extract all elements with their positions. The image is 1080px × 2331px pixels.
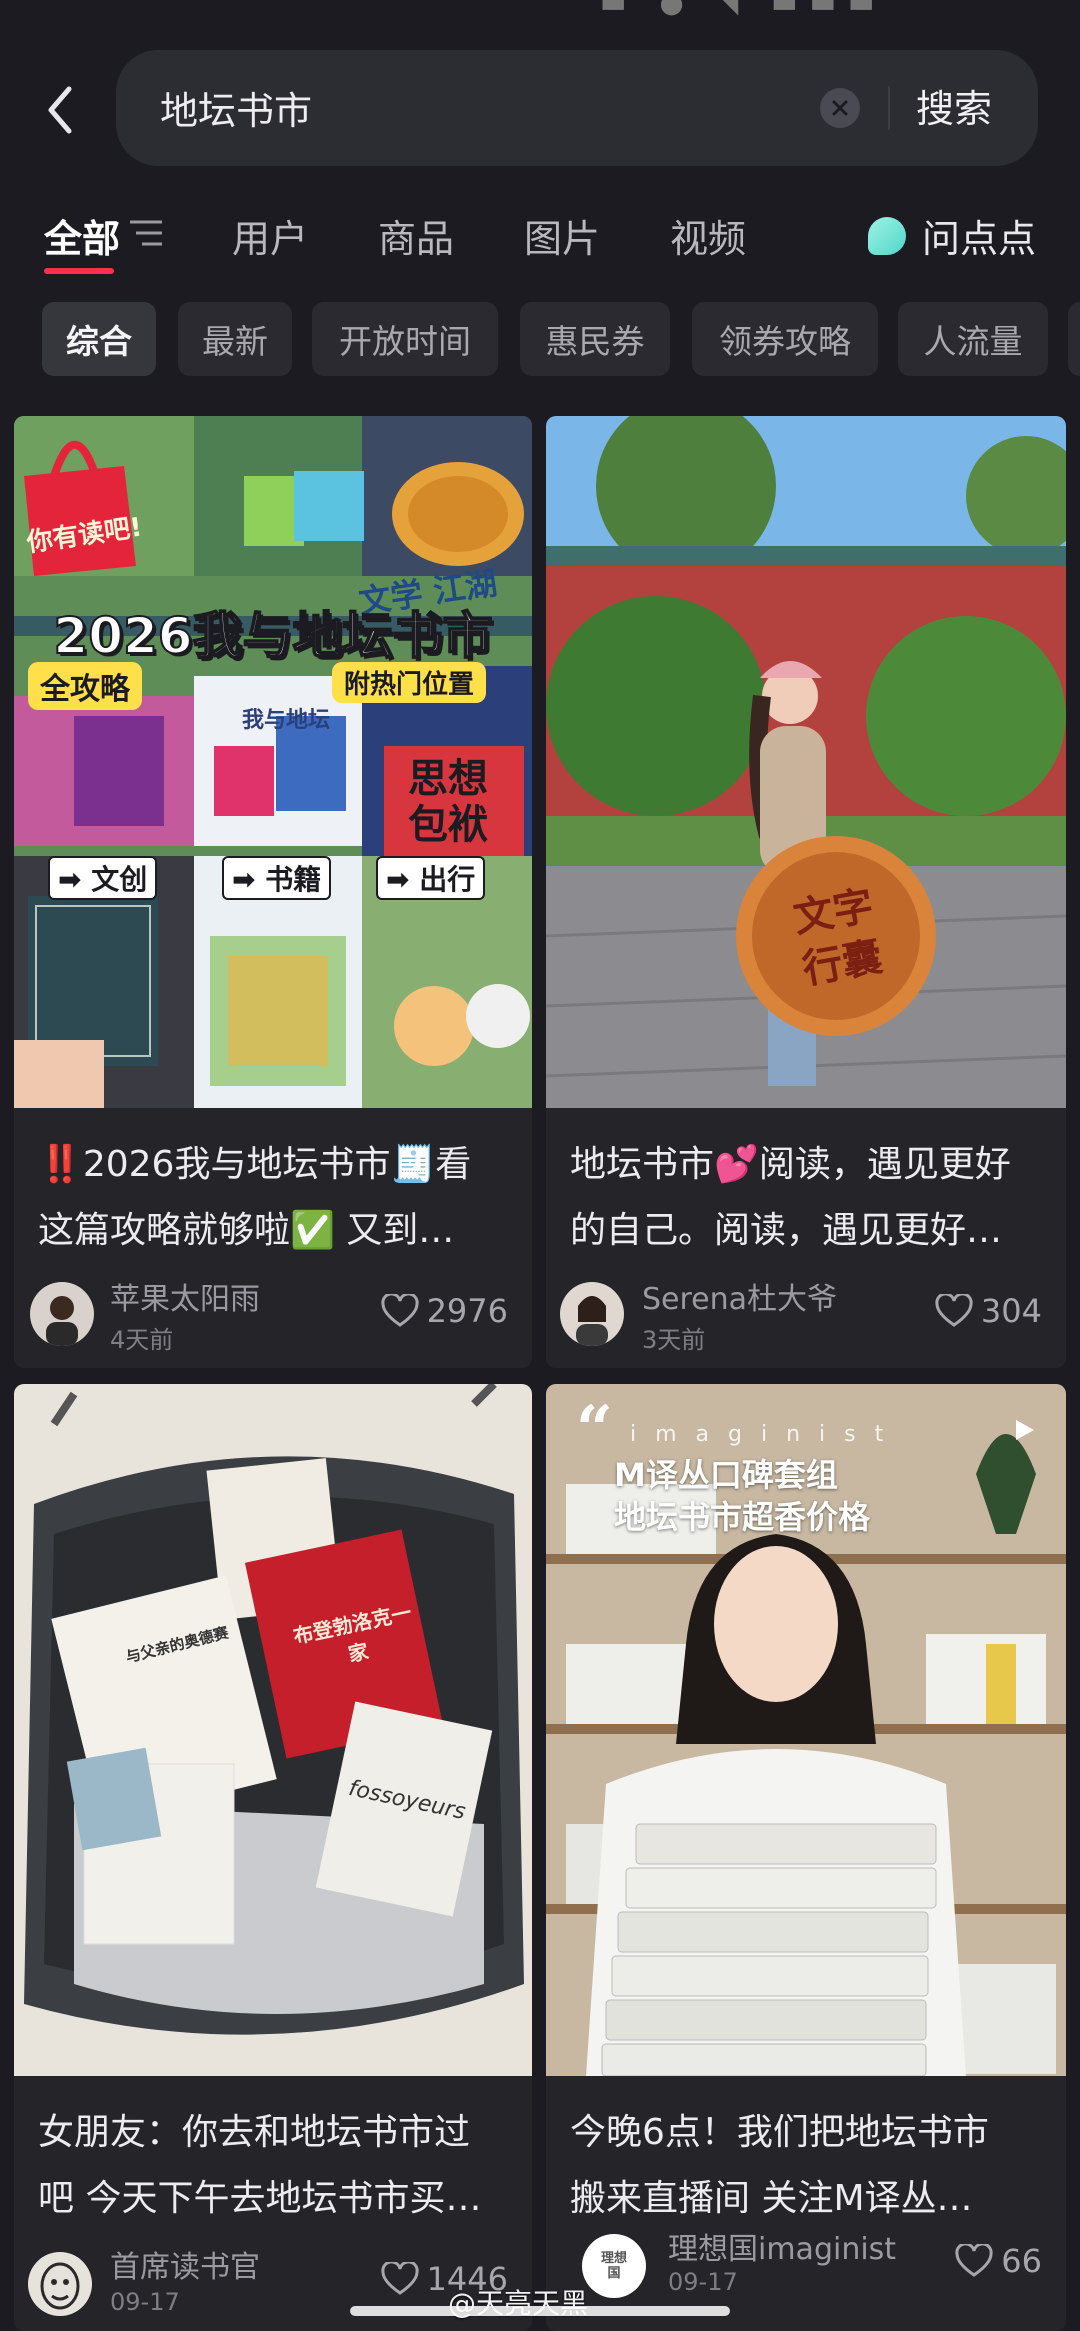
- tag-creative: ➡ 文创: [48, 856, 158, 900]
- chip-coupon-guide[interactable]: 领券攻略: [692, 302, 878, 376]
- post-author[interactable]: Serena杜大爷: [642, 1274, 837, 1318]
- post-card[interactable]: 与父亲的奥德赛 布登勃洛克一家 fossoyeurs 女朋友：你去和地坛书市过 …: [14, 1384, 532, 2331]
- search-divider: [888, 86, 890, 130]
- post-date: 4天前: [110, 1326, 174, 1354]
- assistant-bubble-icon: [868, 216, 906, 255]
- sign-text: 文字 行囊: [790, 882, 886, 994]
- post-card[interactable]: “ i m a g i n i s t M译丛口碑套组 地坛书市超香价格 今晚6…: [546, 1384, 1066, 2331]
- like-button[interactable]: 304: [935, 1292, 1042, 1330]
- tab-users[interactable]: 用户: [232, 208, 308, 263]
- watermark: @天亮天黑: [448, 2287, 589, 2320]
- post-author[interactable]: 首席读书官: [110, 2242, 260, 2286]
- avatar[interactable]: 理想国: [582, 2234, 646, 2298]
- post-cover-image: 与父亲的奥德赛 布登勃洛克一家 fossoyeurs: [14, 1384, 532, 2076]
- post-cover-image: 文字 行囊: [546, 416, 1066, 1108]
- home-indicator[interactable]: [350, 2306, 730, 2316]
- ask-assistant-button[interactable]: 问点点: [868, 208, 1036, 263]
- brand-avatar-text: 理想国: [600, 2251, 627, 2281]
- post-date: 09-17: [668, 2268, 738, 2296]
- park-photo-illustration: [546, 416, 1066, 1108]
- search-button[interactable]: 搜索: [916, 78, 992, 133]
- like-count: 2976: [426, 1292, 508, 1330]
- like-count: 304: [980, 1292, 1042, 1330]
- post-title: ‼️2026我与地坛书市🧾看 这篇攻略就够啦✅ 又到…: [38, 1144, 472, 1251]
- search-bar[interactable]: 地坛书市 搜索: [116, 50, 1038, 166]
- chevron-left-icon: [48, 86, 72, 134]
- guide-badge: 全攻略: [28, 662, 142, 710]
- backpack-books-illustration: [14, 1384, 532, 2076]
- post-date: 3天前: [642, 1326, 706, 1354]
- post-cover-image: 你有读吧! 文学 江湖 2026我与地坛书市 全攻略 附热门位置 我与地坛 思想…: [14, 416, 532, 1108]
- close-icon: [832, 100, 848, 116]
- heart-icon: [935, 1294, 973, 1327]
- back-button[interactable]: [30, 70, 90, 150]
- poster-text: 思想 包袱: [408, 756, 488, 848]
- search-results-page: ▬ ● ◥ ▬▬▬ 地坛书市 搜索 全部 用户 商品 图片 视频 问点点 综合 …: [0, 0, 1080, 2331]
- post-cover-image: “ i m a g i n i s t M译丛口碑套组 地坛书市超香价格: [546, 1384, 1066, 2076]
- active-tab-indicator: [44, 268, 114, 274]
- user-avatar-icon: [46, 1296, 78, 1346]
- like-count: 66: [1001, 2242, 1042, 2280]
- search-input[interactable]: 地坛书市: [160, 80, 312, 135]
- heart-icon: [955, 2244, 993, 2277]
- cover-headline: 2026我与地坛书市: [52, 606, 493, 666]
- chip-opening-hours[interactable]: 开放时间: [312, 302, 498, 376]
- user-avatar-icon: [576, 1296, 608, 1346]
- chip-more[interactable]: [1068, 302, 1080, 376]
- avatar[interactable]: [560, 1282, 624, 1346]
- banner-text: 我与地坛: [242, 708, 331, 733]
- brand-wordmark: i m a g i n i s t: [630, 1422, 890, 1447]
- tab-products[interactable]: 商品: [378, 208, 454, 263]
- post-date: 09-17: [110, 2288, 180, 2316]
- post-author[interactable]: 理想国imaginist: [668, 2224, 896, 2268]
- post-title: 地坛书市💕阅读，遇见更好 的自己。阅读，遇见更好…: [570, 1144, 1011, 1251]
- tab-videos[interactable]: 视频: [670, 208, 746, 263]
- tab-images[interactable]: 图片: [524, 208, 600, 263]
- tag-travel: ➡ 出行: [376, 856, 486, 900]
- quote-mark: “: [576, 1392, 613, 1467]
- cover-headline: M译丛口碑套组 地坛书市超香价格: [614, 1456, 871, 1536]
- post-title: 女朋友：你去和地坛书市过 吧 今天下午去地坛书市买…: [38, 2112, 482, 2219]
- chip-coupons[interactable]: 惠民券: [520, 302, 670, 376]
- post-author[interactable]: 苹果太阳雨: [110, 1274, 260, 1318]
- post-card[interactable]: 你有读吧! 文学 江湖 2026我与地坛书市 全攻略 附热门位置 我与地坛 思想…: [14, 416, 532, 1368]
- heart-icon: [380, 2262, 419, 2295]
- avatar[interactable]: [30, 1282, 94, 1346]
- user-avatar-icon: [40, 2262, 80, 2310]
- location-badge: 附热门位置: [332, 662, 487, 703]
- play-icon: [1012, 1418, 1036, 1446]
- chip-latest[interactable]: 最新: [178, 302, 292, 376]
- chip-comprehensive[interactable]: 综合: [42, 302, 156, 376]
- like-button[interactable]: 2976: [380, 1292, 508, 1330]
- clear-search-button[interactable]: [820, 88, 860, 128]
- avatar[interactable]: [28, 2252, 92, 2316]
- chip-crowd[interactable]: 人流量: [898, 302, 1048, 376]
- tag-books: ➡ 书籍: [222, 856, 332, 900]
- post-title: 今晚6点！我们把地坛书市 搬来直播间 关注M译丛…: [570, 2112, 989, 2219]
- ask-assistant-label: 问点点: [922, 217, 1037, 261]
- status-bar: ▬ ● ◥ ▬▬▬: [600, 0, 887, 19]
- heart-icon: [380, 1294, 419, 1327]
- like-button[interactable]: 66: [955, 2242, 1042, 2280]
- tab-all[interactable]: 全部: [44, 208, 120, 263]
- post-card[interactable]: 文字 行囊 地坛书市💕阅读，遇见更好 的自己。阅读，遇见更好… Serena杜大…: [546, 416, 1066, 1368]
- category-tabs: 全部 用户 商品 图片 视频 问点点: [0, 196, 1080, 286]
- filter-chips: 综合 最新 开放时间 惠民券 领券攻略 人流量: [0, 302, 1080, 378]
- filter-icon[interactable]: [128, 218, 164, 248]
